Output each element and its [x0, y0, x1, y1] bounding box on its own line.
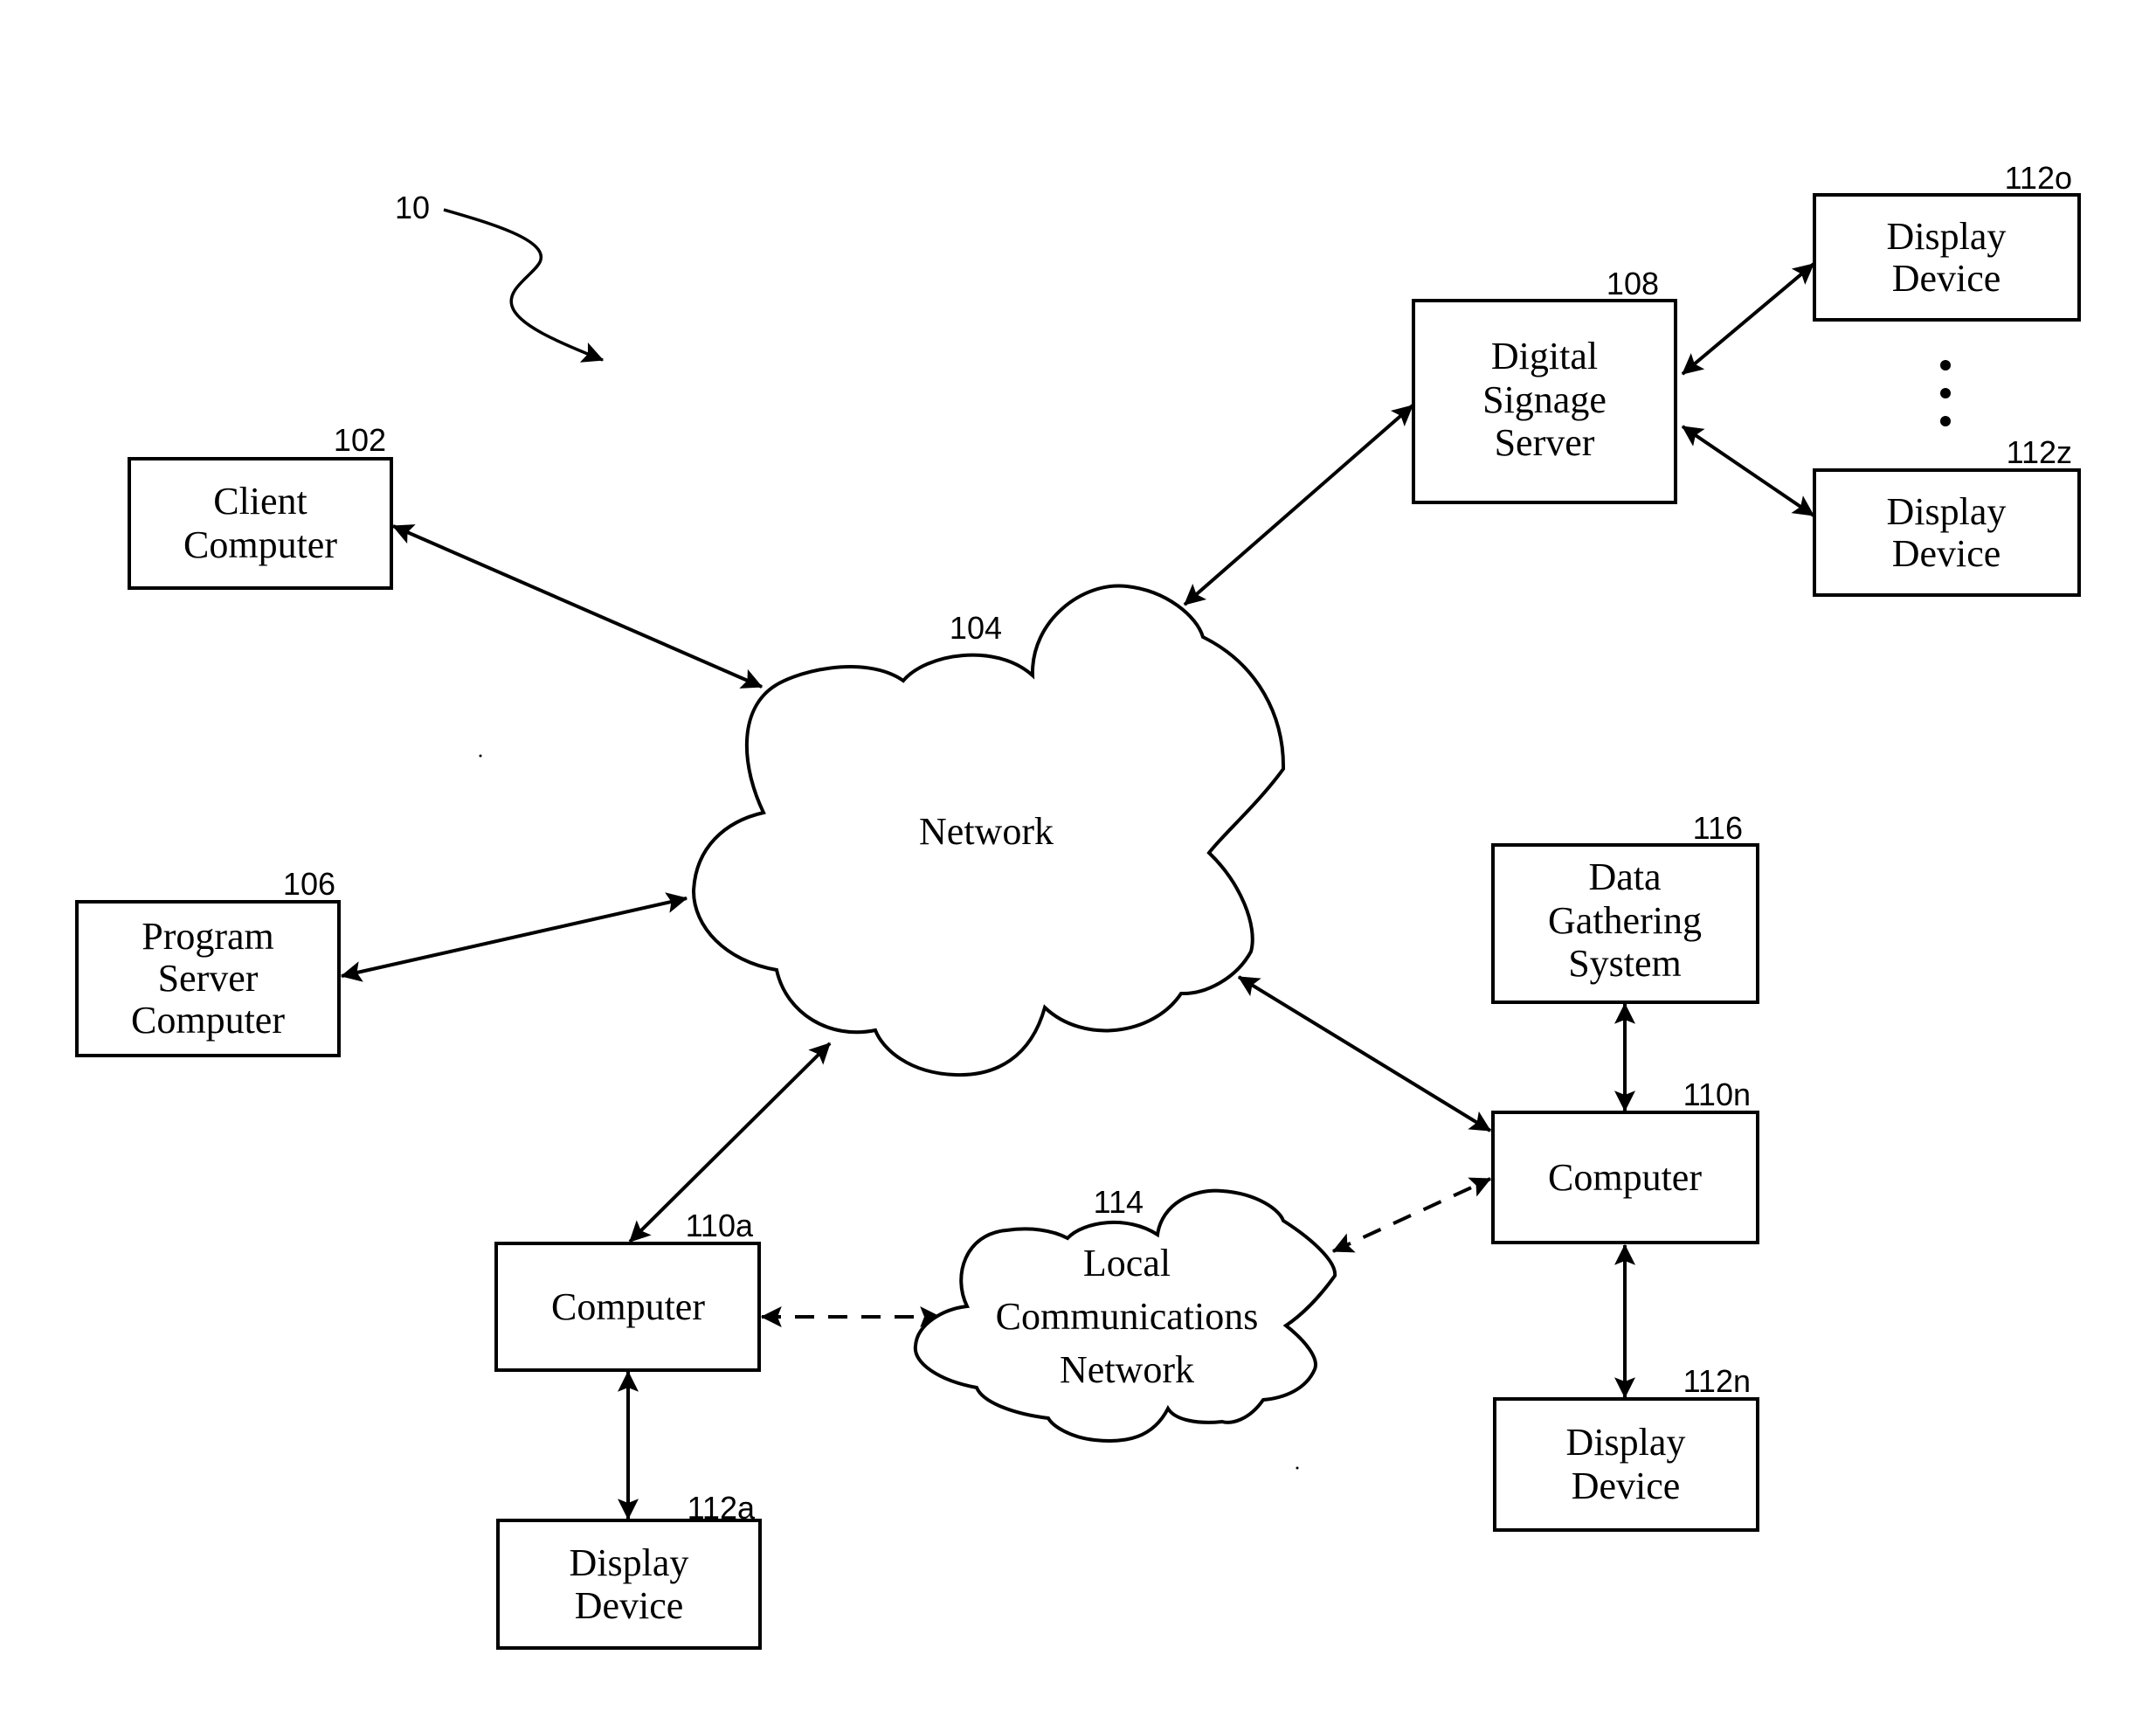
connector-dss-display-112o — [1681, 262, 1815, 376]
computer-110a-ref-label: 110a — [686, 1208, 754, 1243]
digital-signage-server-label-line-1: Digital — [1491, 335, 1598, 377]
network-ref-label: 104 — [950, 610, 1002, 646]
display-device-112z-label-line-2: Device — [1892, 532, 2001, 575]
display-device-112z-box[interactable]: 112z Display Device — [1813, 434, 2081, 597]
connector-program-server-network — [340, 892, 688, 982]
local-network-label-line-1: Local — [1083, 1242, 1171, 1284]
ellipsis-dot — [1940, 388, 1951, 398]
data-gathering-system-label-line-1: Data — [1588, 855, 1661, 898]
display-device-112z-label-line-1: Display — [1887, 490, 2007, 533]
display-device-112o-box[interactable]: 112o Display Device — [1813, 160, 2081, 322]
scan-speck — [1296, 1466, 1299, 1470]
program-server-ref-label: 106 — [283, 866, 335, 902]
vertical-ellipsis — [1940, 360, 1951, 426]
computer-110a-box[interactable]: 110a Computer — [494, 1208, 761, 1372]
connector-dss-display-112z — [1681, 425, 1815, 517]
computer-110n-label: Computer — [1548, 1156, 1702, 1199]
network-label: Network — [919, 810, 1054, 853]
connector-client-network — [391, 524, 764, 689]
client-computer-ref-label: 102 — [334, 422, 386, 458]
client-computer-label-line-1: Client — [213, 480, 308, 523]
digital-signage-server-ref-label: 108 — [1607, 266, 1659, 301]
program-server-label-line-3: Computer — [131, 999, 285, 1042]
display-device-112z-ref-label: 112z — [2007, 434, 2072, 470]
data-gathering-system-box[interactable]: 116 Data Gathering System — [1491, 810, 1759, 1004]
display-device-112o-label-line-2: Device — [1892, 257, 2001, 300]
connector-network-computer-110n — [1237, 975, 1492, 1132]
figure-reference: 10 — [395, 190, 605, 363]
program-server-label-line-1: Program — [142, 915, 274, 958]
display-device-112n-ref-label: 112n — [1683, 1363, 1751, 1399]
program-server-box[interactable]: 106 Program Server Computer — [75, 866, 341, 1057]
network-cloud[interactable]: 104 Network — [691, 584, 1286, 1077]
digital-signage-server-label-line-2: Signage — [1482, 378, 1607, 421]
figure-reference-label: 10 — [395, 190, 430, 225]
connector-dss-network — [1183, 404, 1414, 606]
program-server-label-line-2: Server — [158, 957, 259, 1000]
display-device-112a-label-line-1: Display — [570, 1541, 689, 1584]
display-device-112o-ref-label: 112o — [2005, 160, 2072, 196]
display-device-112a-ref-label: 112a — [688, 1490, 756, 1526]
digital-signage-server-label-line-3: Server — [1495, 421, 1595, 464]
connector-local-network-computer-110n — [1331, 1177, 1492, 1253]
local-network-ref-label: 114 — [1094, 1184, 1144, 1220]
client-computer-label-line-2: Computer — [183, 523, 337, 566]
display-device-112a-label-line-2: Device — [575, 1584, 684, 1627]
display-device-112n-label-line-1: Display — [1566, 1421, 1686, 1464]
local-network-label-line-3: Network — [1060, 1348, 1194, 1391]
figure-reference-squiggle-arrow — [443, 208, 605, 363]
data-gathering-system-label-line-3: System — [1568, 942, 1682, 985]
display-device-112o-label-line-1: Display — [1887, 215, 2007, 258]
network-system-diagram: 10 104 Network 114 Local Communications … — [75, 160, 2081, 1650]
display-device-112n-label-line-2: Device — [1572, 1464, 1681, 1507]
scan-speck — [479, 754, 482, 758]
computer-110n-ref-label: 110n — [1683, 1077, 1751, 1112]
local-network-label-line-2: Communications — [996, 1295, 1259, 1338]
ellipsis-dot — [1940, 416, 1951, 426]
computer-110a-label: Computer — [551, 1285, 705, 1328]
local-network-cloud[interactable]: 114 Local Communications Network — [913, 1184, 1337, 1444]
digital-signage-server-box[interactable]: 108 Digital Signage Server — [1412, 266, 1677, 504]
data-gathering-system-ref-label: 116 — [1693, 810, 1743, 846]
data-gathering-system-label-line-2: Gathering — [1548, 899, 1702, 942]
client-computer-box[interactable]: 102 Client Computer — [128, 422, 393, 590]
ellipsis-dot — [1940, 360, 1951, 370]
